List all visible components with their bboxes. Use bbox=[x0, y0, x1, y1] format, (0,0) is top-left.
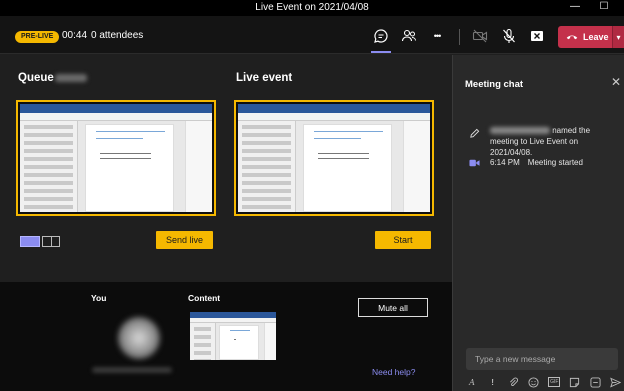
more-options-icon[interactable] bbox=[589, 376, 601, 388]
send-live-button[interactable]: Send live bbox=[156, 231, 213, 249]
send-icon[interactable] bbox=[610, 376, 622, 388]
content-label: Content bbox=[188, 293, 221, 303]
participant-name bbox=[92, 367, 172, 373]
sources-panel: You Content Mute all Need help? bbox=[0, 282, 452, 391]
mic-off-icon[interactable] bbox=[499, 26, 519, 46]
minimize-button[interactable]: — bbox=[568, 1, 582, 12]
live-event-preview[interactable] bbox=[234, 100, 434, 216]
meeting-chat-pane: Meeting chat ✕ named the meeting to Live… bbox=[452, 55, 624, 391]
phone-icon bbox=[566, 35, 578, 40]
need-help-link[interactable]: Need help? bbox=[372, 367, 415, 377]
maximize-button[interactable]: ☐ bbox=[597, 1, 611, 12]
sticker-icon[interactable] bbox=[569, 376, 581, 388]
start-button[interactable]: Start bbox=[375, 231, 431, 249]
more-icon[interactable]: ••• bbox=[427, 26, 447, 46]
pencil-icon bbox=[470, 128, 480, 138]
window-title-bar: Live Event on 2021/04/08 — ☐ bbox=[0, 0, 624, 16]
gif-icon[interactable]: GIF bbox=[548, 377, 561, 387]
attach-icon[interactable] bbox=[507, 376, 519, 388]
chat-icon[interactable] bbox=[371, 26, 391, 46]
status-badge: PRE-LIVE bbox=[15, 31, 60, 43]
content-thumbnail[interactable] bbox=[190, 312, 276, 360]
chat-message-started: 6:14 PM Meeting started bbox=[490, 158, 583, 167]
meeting-icon bbox=[469, 159, 480, 167]
attendee-count: 0 attendees bbox=[91, 30, 144, 41]
toolbar-divider bbox=[459, 29, 460, 45]
mute-all-button[interactable]: Mute all bbox=[358, 298, 428, 317]
important-icon[interactable]: ! bbox=[487, 376, 499, 388]
leave-button[interactable]: Leave bbox=[558, 26, 612, 48]
participants-icon[interactable] bbox=[399, 26, 419, 46]
single-layout-icon[interactable] bbox=[20, 236, 40, 247]
emoji-icon[interactable] bbox=[528, 376, 540, 388]
share-off-icon[interactable] bbox=[527, 26, 547, 46]
queue-preview[interactable] bbox=[16, 100, 216, 216]
chat-toolbar: A ! GIF bbox=[466, 375, 622, 389]
split-layout-icon[interactable] bbox=[42, 236, 60, 247]
avatar[interactable] bbox=[118, 317, 160, 359]
queue-title: Queue bbox=[18, 72, 87, 84]
you-label: You bbox=[91, 293, 107, 303]
message-text: Meeting started bbox=[527, 158, 583, 167]
format-icon[interactable]: A bbox=[466, 376, 478, 388]
message-time: 6:14 PM bbox=[490, 158, 520, 167]
camera-off-icon[interactable] bbox=[470, 26, 490, 46]
live-document-thumbnail bbox=[238, 104, 430, 212]
leave-label: Leave bbox=[583, 32, 609, 42]
meeting-toolbar: PRE-LIVE 00:44 0 attendees ••• Leave ▾ bbox=[0, 16, 624, 54]
chat-message-input[interactable]: Type a new message bbox=[466, 348, 618, 370]
chat-message-rename: named the meeting to Live Event on 2021/… bbox=[490, 125, 616, 158]
chat-active-indicator bbox=[371, 51, 391, 53]
queue-document-thumbnail bbox=[20, 104, 212, 212]
chat-title: Meeting chat bbox=[465, 79, 524, 90]
close-icon[interactable]: ✕ bbox=[611, 75, 621, 89]
leave-options-button[interactable]: ▾ bbox=[612, 26, 624, 48]
window-title: Live Event on 2021/04/08 bbox=[255, 2, 369, 13]
live-event-title: Live event bbox=[236, 72, 293, 84]
producer-view: Queue Live event Send live Start bbox=[0, 55, 452, 282]
meeting-timer: 00:44 bbox=[62, 30, 88, 41]
